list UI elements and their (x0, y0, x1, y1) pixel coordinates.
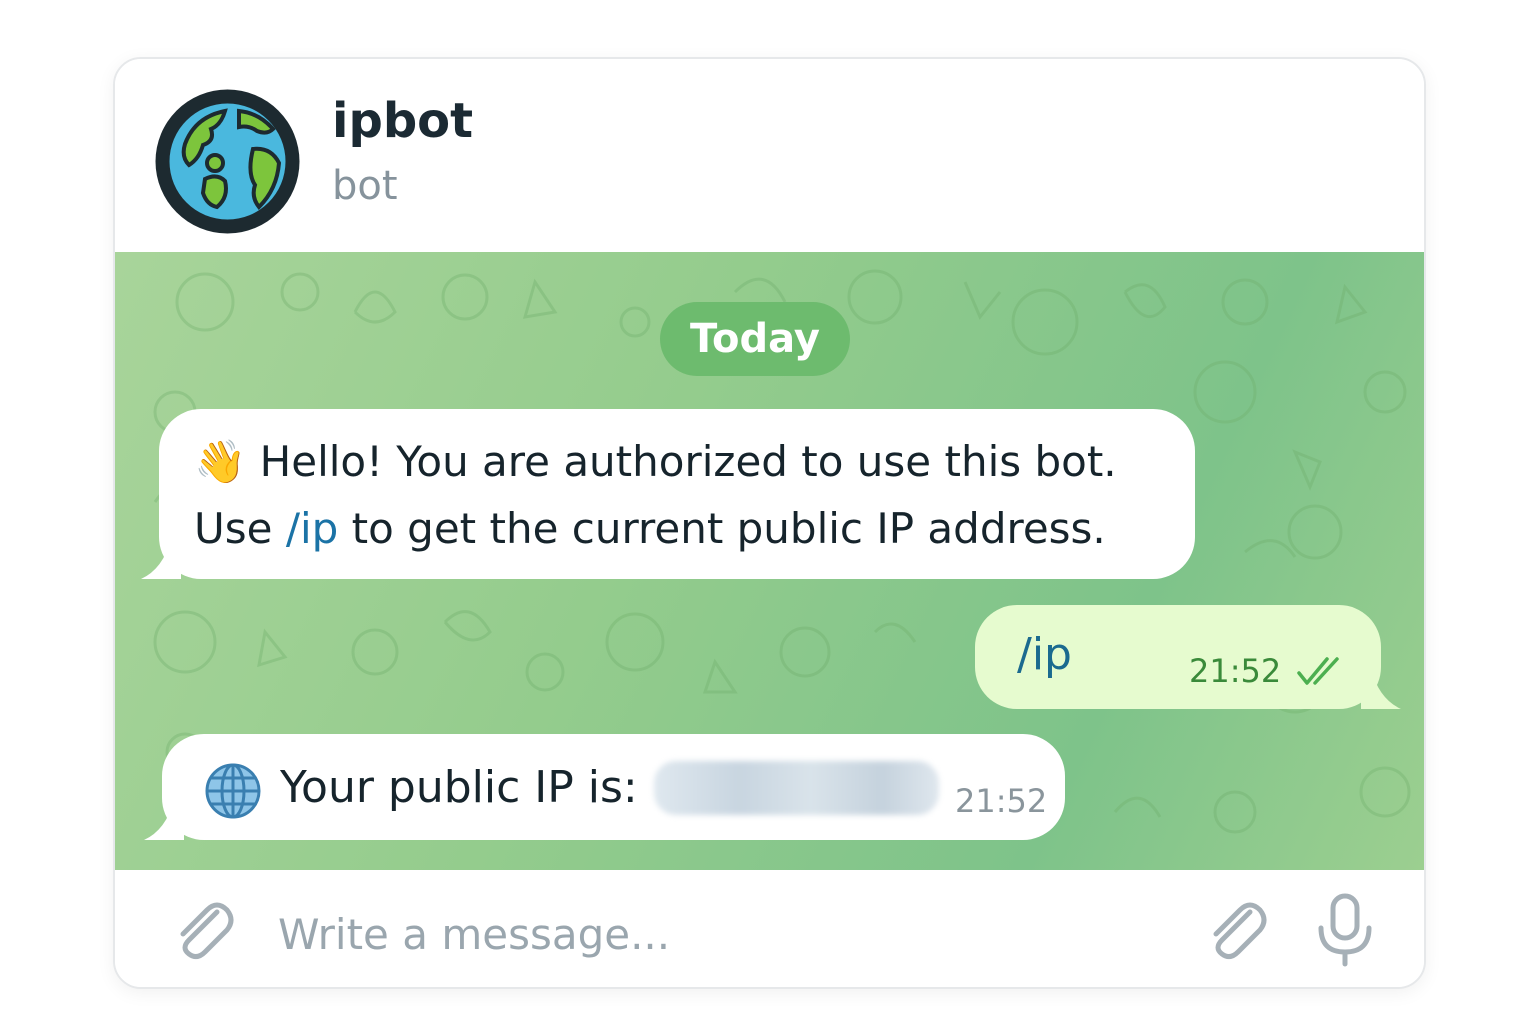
bubble-tail (144, 800, 184, 840)
double-check-icon (1297, 657, 1339, 685)
message-composer: Write a message... (115, 870, 1424, 987)
command-link[interactable]: /ip (286, 504, 338, 553)
globe-meridians-icon (205, 763, 261, 819)
incoming-message-ip-result[interactable]: Your public IP is: 21:52 (144, 734, 1065, 840)
microphone-icon[interactable] (1315, 892, 1375, 968)
chat-header[interactable]: ipbot bot (115, 59, 1424, 252)
message-text: Your public IP is: (280, 762, 638, 813)
bubble-tail (141, 539, 181, 579)
incoming-message-welcome[interactable]: 👋 Hello! You are authorized to use this … (141, 409, 1195, 579)
date-separator: Today (660, 302, 850, 376)
waving-hand-emoji: 👋 (194, 437, 247, 486)
bubble-tail (1361, 669, 1401, 709)
message-time: 21:52 (955, 782, 1048, 820)
chat-title: ipbot (332, 93, 474, 149)
redacted-ip-address (654, 761, 939, 815)
message-line-2: Use /ip to get the current public IP add… (194, 504, 1106, 553)
earth-globe-icon[interactable] (155, 89, 300, 234)
paperclip-icon[interactable] (165, 894, 235, 964)
message-line-1: 👋 Hello! You are authorized to use this … (194, 437, 1117, 487)
message-text: /ip (1017, 629, 1072, 680)
message-time: 21:52 (1189, 652, 1282, 690)
paperclip-icon[interactable] (1198, 892, 1268, 966)
outgoing-message-ip[interactable]: /ip 21:52 (975, 605, 1401, 709)
message-list[interactable]: Today 👋 Hello! You are authorized to use… (115, 252, 1424, 870)
message-input[interactable]: Write a message... (278, 910, 670, 959)
message-text: Use (194, 504, 286, 553)
message-text: to get the current public IP address. (338, 504, 1106, 553)
chat-window: ipbot bot Today 👋 Hello! You are authori… (113, 57, 1426, 989)
chat-subtitle: bot (332, 163, 398, 209)
message-text: Hello! You are authorized to use this bo… (259, 437, 1117, 486)
